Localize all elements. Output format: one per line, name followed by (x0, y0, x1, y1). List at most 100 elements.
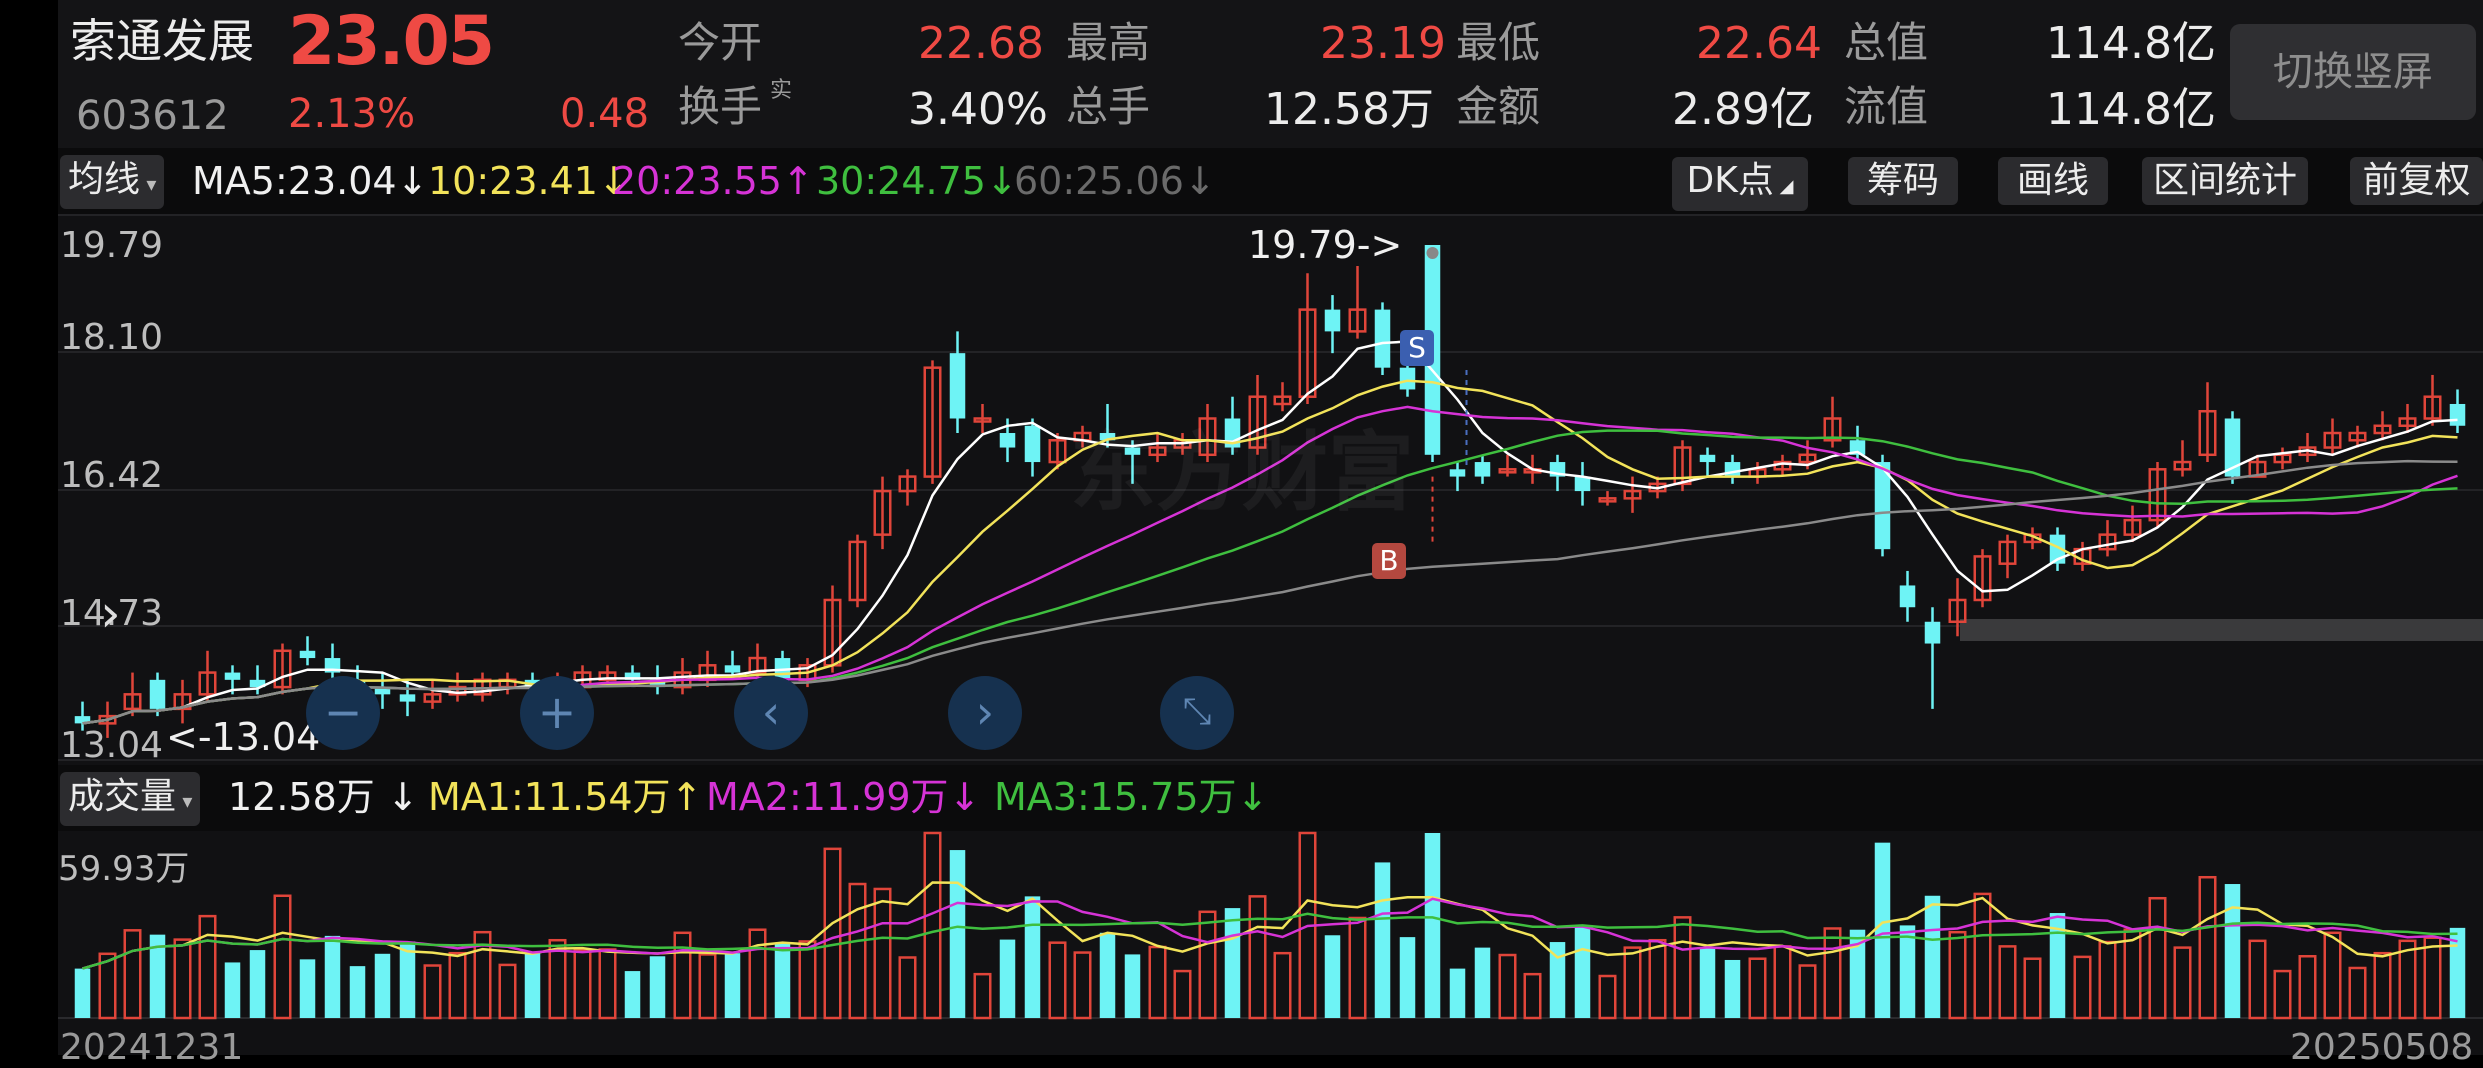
volume-bar-up (698, 953, 717, 1020)
volume-bar-up (123, 929, 142, 1020)
volume-bar-up (1823, 927, 1842, 1020)
volume-bar-down (1449, 968, 1466, 1018)
volume-bar-up (1773, 945, 1792, 1020)
volume-bar-down (1099, 932, 1116, 1018)
volume-bar-down (1024, 896, 1041, 1018)
volume-bar-up (1273, 951, 1292, 1020)
volume-bar-down (324, 935, 341, 1018)
axis-label-3: 16.42 (60, 455, 164, 496)
volume-bar-up (1523, 972, 1542, 1020)
date-end: 20250508 (2290, 1027, 2474, 1068)
volume-bar-down (649, 956, 666, 1018)
candle-down (1474, 462, 1491, 477)
volume-bar-up (2173, 946, 2192, 1020)
volume-bar-up (1973, 892, 1992, 1020)
candle-down (399, 694, 416, 702)
volume-bar-up (848, 882, 867, 1020)
volume-bar-down (374, 953, 391, 1018)
volume-bar-down (249, 950, 266, 1018)
volume-bar-up (1798, 964, 1817, 1020)
volume-bar-up (823, 847, 842, 1020)
collapse-icon[interactable]: ⤡ (1160, 676, 1234, 750)
volume-bar-up (173, 938, 192, 1020)
volume-bar-down (1474, 947, 1491, 1018)
zoom-out-icon[interactable]: − (306, 676, 380, 750)
volume-bar-down (1324, 935, 1341, 1018)
volume-bar-up (2198, 875, 2217, 1020)
volume-bar-down (74, 968, 91, 1018)
volume-bar-up (2273, 969, 2292, 1020)
candle-down (299, 650, 316, 659)
volume-bar-down (1224, 908, 1241, 1018)
high-dot (1426, 247, 1439, 259)
volume-bar-down (1699, 947, 1716, 1018)
volume-bar-up (1998, 945, 2017, 1020)
buy-badge[interactable]: B (1372, 543, 1406, 579)
volume-bar-up (898, 956, 917, 1020)
high-marker: 19.79-> (1248, 223, 1403, 267)
candle-down (1699, 454, 1716, 463)
candle-down (1449, 469, 1466, 477)
candle-down (949, 353, 966, 419)
volume-bar-down (999, 939, 1016, 1018)
volume-bar-down (224, 962, 241, 1018)
volume-bar-down (949, 850, 966, 1018)
volume-bar-down (299, 959, 316, 1018)
volume-bar-down (1899, 925, 1916, 1018)
volume-bar-up (1198, 910, 1217, 1020)
volume-select-label: 成交量 (68, 776, 177, 817)
volume-bar-up (748, 928, 767, 1020)
vol-ma3: MA3:15.75万↓ (994, 775, 1269, 819)
sell-badge[interactable]: S (1400, 330, 1434, 366)
volume-bar-up (2098, 940, 2117, 1020)
candle-down (1324, 309, 1341, 332)
volume-bar-down (724, 953, 741, 1018)
volume-bar-up (273, 894, 292, 1020)
candle-down (2449, 403, 2466, 426)
volume-bar-up (1673, 916, 1692, 1020)
volume-bar-up (873, 887, 892, 1020)
volume-bar-up (1073, 951, 1092, 1020)
volume-bar-down (1924, 895, 1941, 1018)
volume-bar-up (2123, 928, 2142, 1020)
expand-left-icon[interactable]: › (100, 588, 121, 640)
volume-strip (58, 765, 2483, 831)
volume-bar-up (1173, 969, 1192, 1020)
volume-bar-up (1048, 941, 1067, 1020)
volume-bar-down (349, 966, 366, 1018)
zoom-in-icon[interactable]: + (520, 676, 594, 750)
volume-value-label: 12.58万 ↓ (228, 775, 419, 819)
volume-bar-up (1648, 938, 1667, 1020)
volume-bar-down (524, 952, 541, 1018)
volume-bar-down (1724, 959, 1741, 1018)
dropdown-icon: ▾ (176, 789, 193, 813)
volume-bar-up (498, 963, 517, 1020)
ma5-line (82, 340, 2458, 725)
volume-bar-down (774, 942, 791, 1018)
scroll-left-icon[interactable]: ‹ (734, 676, 808, 750)
volume-bar-up (1748, 957, 1767, 1020)
scroll-right-icon[interactable]: › (948, 676, 1022, 750)
volume-select[interactable]: 成交量 ▾ (60, 772, 201, 826)
axis-label-2: 18.10 (60, 317, 164, 358)
volume-bar-up (1598, 974, 1617, 1020)
volume-bar-down (1424, 833, 1441, 1018)
volume-bar-up (1148, 945, 1167, 1020)
volume-bar-down (2224, 884, 2241, 1018)
low-marker: <-13.04 (166, 715, 321, 759)
volume-bar-up (573, 949, 592, 1020)
volume-bar-up (673, 931, 692, 1020)
volume-bar-up (448, 951, 467, 1020)
watermark: 东方财富 (1070, 423, 1414, 523)
volume-bar-up (2423, 936, 2442, 1020)
volume-bar-up (2023, 957, 2042, 1020)
volume-bar-up (198, 914, 217, 1020)
candle-down (1024, 425, 1041, 463)
volume-bar-up (1498, 953, 1517, 1020)
candle-down (224, 672, 241, 680)
candle-down (1899, 585, 1916, 608)
volume-bar-down (624, 971, 641, 1018)
volume-bar-up (2348, 966, 2367, 1020)
volume-bar-up (973, 972, 992, 1020)
kline-chart[interactable] (0, 0, 2483, 1055)
